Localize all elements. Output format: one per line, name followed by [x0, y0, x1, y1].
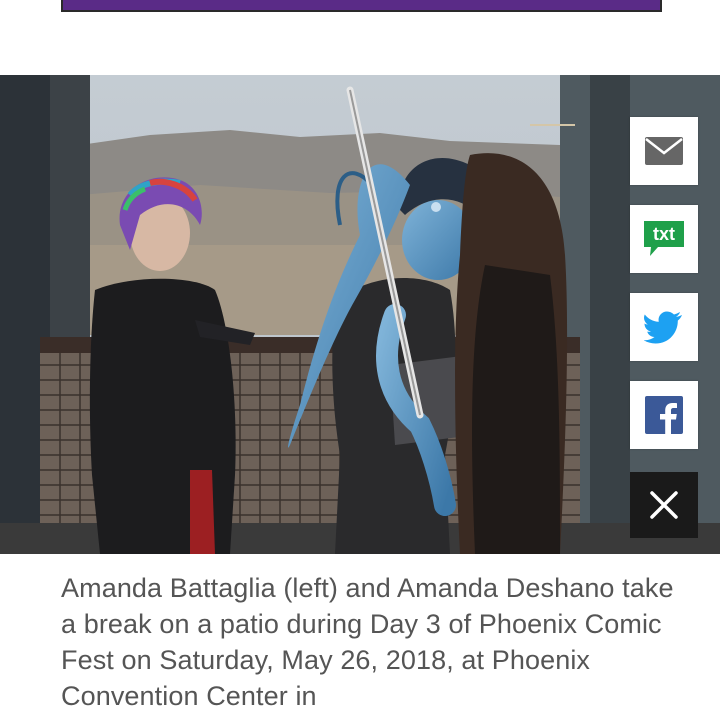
facebook-f-icon: [645, 396, 683, 434]
facebook-share-button[interactable]: [630, 381, 698, 449]
ad-banner-strip[interactable]: [61, 0, 662, 12]
txt-bubble-icon: txt: [644, 221, 684, 256]
article-photo[interactable]: txt: [0, 75, 720, 554]
envelope-icon: [645, 137, 683, 165]
twitter-share-button[interactable]: [630, 293, 698, 361]
twitter-bird-icon: [644, 311, 682, 344]
cosplay-photo-illustration: [0, 75, 720, 554]
txt-label: txt: [653, 224, 675, 244]
text-message-share-button[interactable]: txt: [630, 205, 698, 273]
photo-caption: Amanda Battaglia (left) and Amanda Desha…: [61, 573, 674, 711]
close-share-button[interactable]: [630, 472, 698, 538]
email-share-button[interactable]: [630, 117, 698, 185]
close-x-icon: [650, 491, 678, 519]
